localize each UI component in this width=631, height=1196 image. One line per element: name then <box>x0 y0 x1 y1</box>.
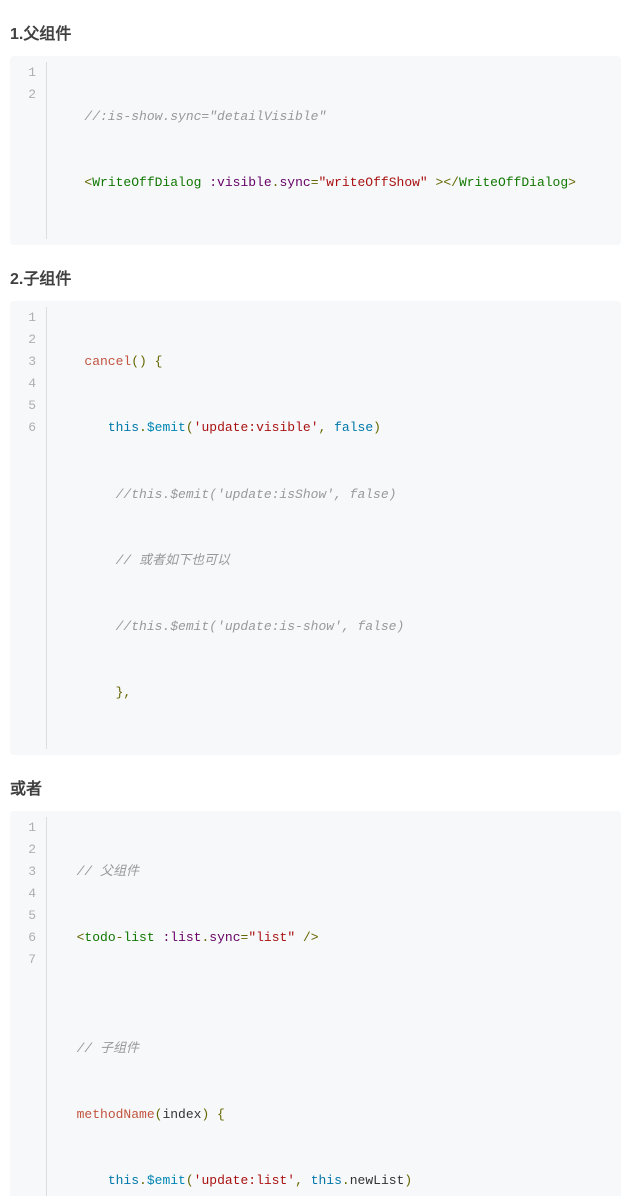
code-content: cancel() { this.$emit('update:visible', … <box>47 307 621 749</box>
line-gutter: 123456 <box>10 307 47 749</box>
code-content: // 父组件 <todo-list :list.sync="list" /> /… <box>47 817 621 1196</box>
heading-child-component: 2.子组件 <box>10 265 621 289</box>
code-content: //:is-show.sync="detailVisible" <WriteOf… <box>47 62 621 239</box>
heading-parent-component: 1.父组件 <box>10 20 621 44</box>
code-comment: //:is-show.sync="detailVisible" <box>84 109 326 124</box>
code-block-2: 123456 cancel() { this.$emit('update:vis… <box>10 301 621 755</box>
heading-or: 或者 <box>10 775 621 799</box>
line-gutter: 1234567 <box>10 817 47 1196</box>
code-block-1: 12 //:is-show.sync="detailVisible" <Writ… <box>10 56 621 245</box>
line-gutter: 12 <box>10 62 47 239</box>
code-block-3: 1234567 // 父组件 <todo-list :list.sync="li… <box>10 811 621 1196</box>
